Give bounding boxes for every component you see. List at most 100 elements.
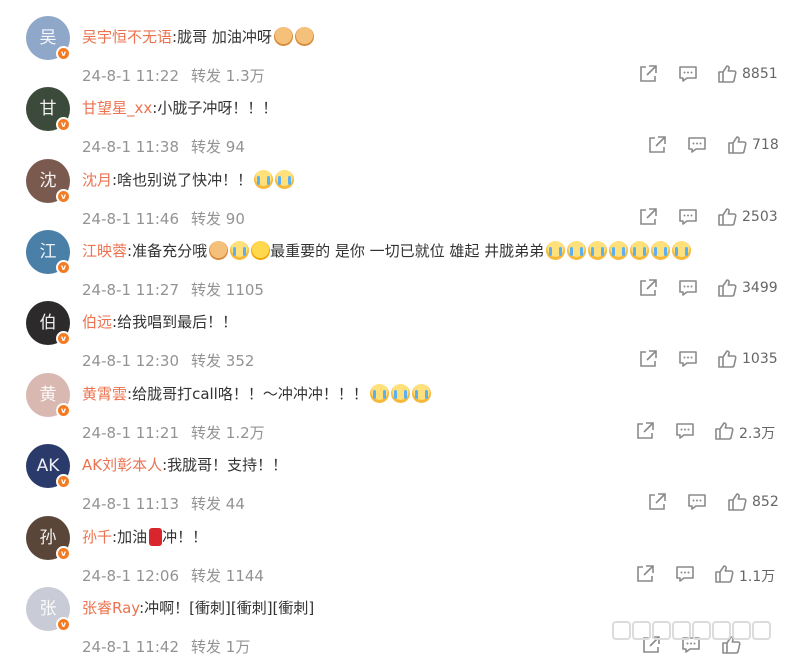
cat-emoji-icon bbox=[273, 27, 293, 46]
like-icon[interactable]: 2.3万 bbox=[713, 420, 775, 442]
repost-label: 转发 bbox=[191, 567, 222, 585]
like-count: 3499 bbox=[742, 280, 778, 296]
share-icon[interactable] bbox=[646, 491, 668, 513]
repost-count: 94 bbox=[225, 138, 245, 156]
comment-icon[interactable] bbox=[686, 491, 708, 513]
repost-label: 转发 bbox=[191, 281, 222, 299]
verified-badge-icon: v bbox=[56, 474, 71, 489]
like-count: 2503 bbox=[742, 209, 778, 225]
comment-line: 黄霄雲:给胧哥打call咯！！～冲冲冲！！！ bbox=[82, 382, 431, 406]
crying-emoji-icon bbox=[588, 241, 608, 260]
crying-emoji-icon bbox=[411, 384, 431, 403]
comment-text: :给胧哥打call咯！！～冲冲冲！！！ bbox=[127, 385, 368, 403]
username-link[interactable]: 伯远 bbox=[82, 313, 112, 331]
timestamp: 24-8-1 11:38 bbox=[82, 138, 179, 156]
like-count: 2.3万 bbox=[739, 426, 776, 442]
like-icon[interactable]: 1.1万 bbox=[713, 563, 775, 585]
comment-icon[interactable] bbox=[674, 563, 696, 585]
comment-icon[interactable] bbox=[677, 63, 699, 85]
comment-line: AK刘彰本人:我胧哥！支持！！ bbox=[82, 453, 287, 477]
share-icon[interactable] bbox=[646, 134, 668, 156]
repost-count: 1.3万 bbox=[225, 67, 265, 85]
comment-meta: 24-8-1 11:21 转发 1.2万 bbox=[82, 422, 265, 443]
timestamp: 24-8-1 11:21 bbox=[82, 424, 179, 442]
comment-meta: 24-8-1 11:42 转发 1万 bbox=[82, 636, 250, 657]
timestamp: 24-8-1 11:22 bbox=[82, 67, 179, 85]
repost-info: 转发 90 bbox=[191, 210, 245, 228]
timestamp: 24-8-1 11:13 bbox=[82, 495, 179, 513]
username-link[interactable]: 沈月 bbox=[82, 171, 112, 189]
repost-count: 1万 bbox=[225, 638, 251, 656]
like-icon[interactable]: 3499 bbox=[716, 277, 778, 299]
crying-emoji-icon bbox=[275, 170, 295, 189]
share-icon[interactable] bbox=[637, 277, 659, 299]
repost-info: 转发 1.2万 bbox=[191, 424, 265, 442]
verified-badge-icon: v bbox=[56, 403, 71, 418]
repost-info: 转发 1144 bbox=[191, 567, 264, 585]
cat-emoji-icon bbox=[294, 27, 314, 46]
timestamp: 24-8-1 12:30 bbox=[82, 352, 179, 370]
share-icon[interactable] bbox=[634, 563, 656, 585]
username-link[interactable]: 张睿Ray bbox=[82, 599, 139, 617]
like-icon[interactable]: 8851 bbox=[716, 63, 778, 85]
comment-item: 伯 v 伯远:给我唱到最后！！ 24-8-1 12:30 转发 352 1035 bbox=[0, 301, 797, 373]
timestamp: 24-8-1 11:42 bbox=[82, 638, 179, 656]
comment-text-continued: 冲！！ bbox=[162, 528, 208, 546]
repost-label: 转发 bbox=[191, 210, 222, 228]
crying-emoji-icon bbox=[609, 241, 629, 260]
repost-info: 转发 1105 bbox=[191, 281, 264, 299]
username-link[interactable]: 孙千 bbox=[82, 528, 112, 546]
username-link[interactable]: 吴宇恒不无语 bbox=[82, 28, 172, 46]
comment-icon[interactable] bbox=[677, 277, 699, 299]
crying-emoji-icon bbox=[254, 170, 274, 189]
like-count: 1035 bbox=[742, 351, 778, 367]
like-count: 852 bbox=[752, 494, 779, 510]
comment-icon[interactable] bbox=[686, 134, 708, 156]
share-icon[interactable] bbox=[637, 63, 659, 85]
verified-badge-icon: v bbox=[56, 260, 71, 275]
comment-line: 伯远:给我唱到最后！！ bbox=[82, 310, 237, 334]
comment-meta: 24-8-1 12:06 转发 1144 bbox=[82, 565, 264, 586]
comment-icon[interactable] bbox=[674, 420, 696, 442]
comment-list: 吴 v 吴宇恒不无语:胧哥 加油冲呀 24-8-1 11:22 转发 1.3万 8851 甘… bbox=[0, 0, 797, 662]
like-icon[interactable]: 718 bbox=[726, 134, 779, 156]
share-icon[interactable] bbox=[637, 348, 659, 370]
comment-meta: 24-8-1 11:38 转发 94 bbox=[82, 136, 245, 157]
like-count: 718 bbox=[752, 137, 779, 153]
cat-emoji-icon bbox=[209, 241, 229, 260]
like-count: 1.1万 bbox=[739, 569, 776, 585]
comment-line: 江映蓉:准备充分哦 最重要的 是你 一切已就位 雄起 井胧弟弟 bbox=[82, 239, 692, 263]
crying-emoji-icon bbox=[546, 241, 566, 260]
username-link[interactable]: AK刘彰本人 bbox=[82, 456, 162, 474]
share-icon[interactable] bbox=[637, 206, 659, 228]
username-link[interactable]: 江映蓉 bbox=[82, 242, 127, 260]
repost-label: 转发 bbox=[191, 495, 222, 513]
repost-count: 1105 bbox=[225, 281, 264, 299]
timestamp: 24-8-1 12:06 bbox=[82, 567, 179, 585]
comment-text: :加油 bbox=[112, 528, 148, 546]
comment-text: :准备充分哦 bbox=[127, 242, 208, 260]
fuel-emoji-icon bbox=[149, 528, 163, 546]
crying-emoji-icon bbox=[672, 241, 692, 260]
comment-item: AK v AK刘彰本人:我胧哥！支持！！ 24-8-1 11:13 转发 44 852 bbox=[0, 444, 797, 516]
repost-label: 转发 bbox=[191, 352, 222, 370]
comment-line: 孙千:加油 冲！！ bbox=[82, 525, 207, 549]
crying-emoji-icon bbox=[630, 241, 650, 260]
verified-badge-icon: v bbox=[56, 546, 71, 561]
repost-label: 转发 bbox=[191, 424, 222, 442]
comment-item: 吴 v 吴宇恒不无语:胧哥 加油冲呀 24-8-1 11:22 转发 1.3万 8851 bbox=[0, 16, 797, 88]
laugh-emoji-icon bbox=[251, 241, 271, 260]
like-icon[interactable]: 852 bbox=[726, 491, 779, 513]
comment-text: :给我唱到最后！！ bbox=[112, 313, 238, 331]
like-icon[interactable]: 2503 bbox=[716, 206, 778, 228]
verified-badge-icon: v bbox=[56, 617, 71, 632]
comment-icon[interactable] bbox=[677, 348, 699, 370]
username-link[interactable]: 黄霄雲 bbox=[82, 385, 127, 403]
username-link[interactable]: 甘望星_xx bbox=[82, 99, 152, 117]
share-icon[interactable] bbox=[634, 420, 656, 442]
comment-meta: 24-8-1 12:30 转发 352 bbox=[82, 350, 254, 371]
crying-emoji-icon bbox=[369, 384, 389, 403]
like-icon[interactable]: 1035 bbox=[716, 348, 778, 370]
comment-text: :小胧子冲呀！！！ bbox=[152, 99, 278, 117]
comment-icon[interactable] bbox=[677, 206, 699, 228]
